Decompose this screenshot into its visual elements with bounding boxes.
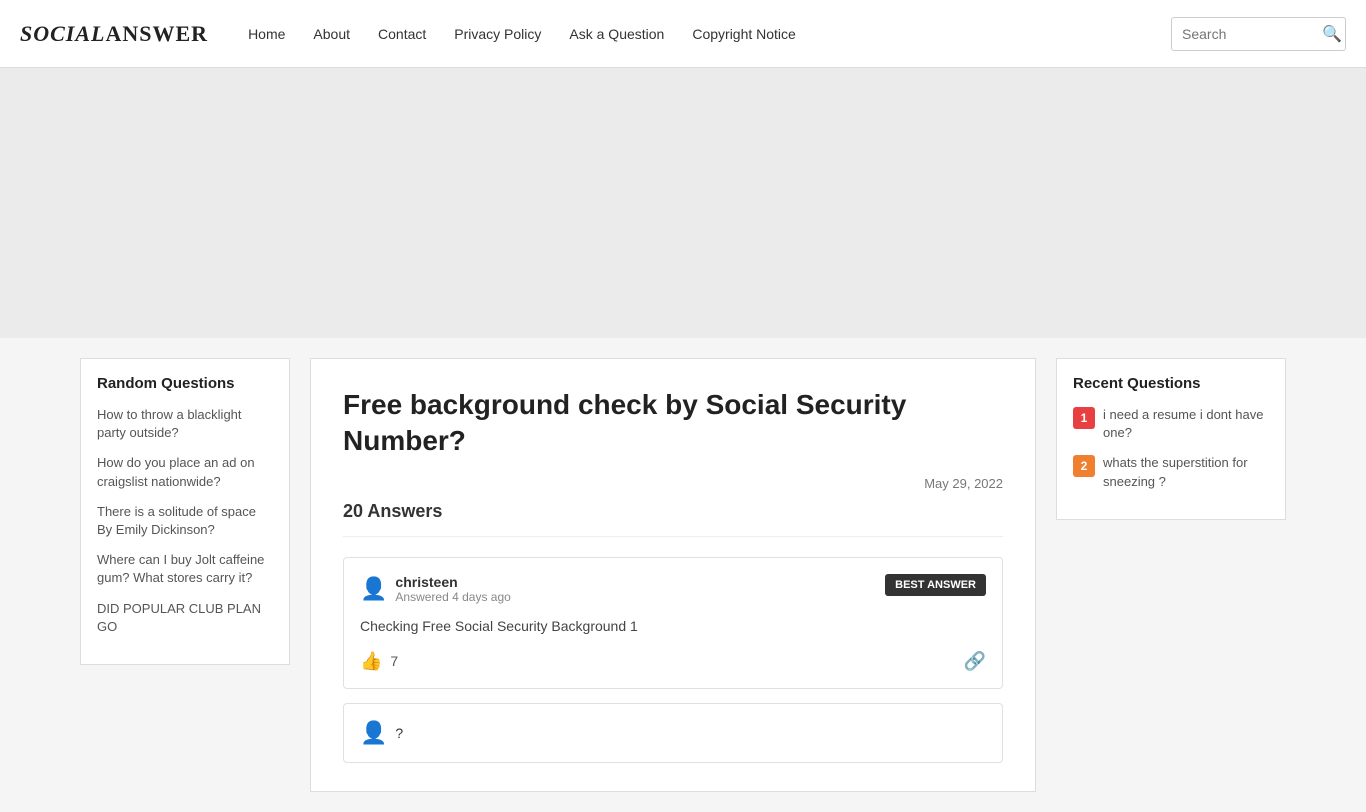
right-sidebar: Recent Questions 1 i need a resume i don… bbox=[1056, 358, 1286, 792]
sidebar-link-3[interactable]: There is a solitude of space By Emily Di… bbox=[97, 503, 273, 539]
sidebar-link-2[interactable]: How do you place an ad on craigslist nat… bbox=[97, 454, 273, 490]
search-icon: 🔍 bbox=[1322, 26, 1342, 43]
user-avatar-icon: 👤 bbox=[360, 576, 387, 602]
sidebar-link-5[interactable]: DID POPULAR CLUB PLAN GO bbox=[97, 600, 273, 636]
answer-footer: 👍 7 🔗 bbox=[360, 651, 986, 672]
like-count: 7 bbox=[390, 653, 398, 669]
sidebar-title: Random Questions bbox=[97, 375, 273, 392]
recent-link-2[interactable]: whats the superstition for sneezing ? bbox=[1103, 454, 1269, 490]
answer-body: Checking Free Social Security Background… bbox=[360, 616, 986, 637]
answers-count: 20 Answers bbox=[343, 501, 1003, 537]
logo-social: Social bbox=[20, 21, 105, 46]
sidebar: Random Questions How to throw a blacklig… bbox=[80, 358, 290, 665]
question-date: May 29, 2022 bbox=[343, 476, 1003, 491]
answer-header: 👤 christeen Answered 4 days ago BEST ANS… bbox=[360, 574, 986, 604]
site-logo[interactable]: SocialAnswer bbox=[20, 21, 208, 47]
logo-answer: Answer bbox=[105, 21, 208, 46]
answer-user: 👤 christeen Answered 4 days ago bbox=[360, 574, 511, 604]
best-answer-badge: BEST ANSWER bbox=[885, 574, 986, 596]
user-avatar-icon-2: 👤 bbox=[360, 720, 387, 746]
nav-contact[interactable]: Contact bbox=[378, 26, 426, 42]
recent-questions-title: Recent Questions bbox=[1073, 375, 1269, 392]
answer-card-best: 👤 christeen Answered 4 days ago BEST ANS… bbox=[343, 557, 1003, 689]
main-layout: Random Questions How to throw a blacklig… bbox=[0, 338, 1366, 812]
search-container: 🔍 bbox=[1171, 17, 1346, 51]
header: SocialAnswer Home About Contact Privacy … bbox=[0, 0, 1366, 68]
recent-number-1: 1 bbox=[1073, 407, 1095, 429]
question-title: Free background check by Social Security… bbox=[343, 387, 1003, 460]
search-button[interactable]: 🔍 bbox=[1322, 24, 1342, 44]
recent-item-2: 2 whats the superstition for sneezing ? bbox=[1073, 454, 1269, 490]
recent-number-2: 2 bbox=[1073, 455, 1095, 477]
nav-home[interactable]: Home bbox=[248, 26, 285, 42]
recent-link-1[interactable]: i need a resume i dont have one? bbox=[1103, 406, 1269, 442]
thumbs-up-icon[interactable]: 👍 bbox=[360, 651, 382, 672]
banner-ad bbox=[0, 68, 1366, 338]
answer-card-second: 👤 ? bbox=[343, 703, 1003, 763]
nav-privacy-policy[interactable]: Privacy Policy bbox=[454, 26, 541, 42]
search-input[interactable] bbox=[1182, 26, 1322, 42]
recent-item-1: 1 i need a resume i dont have one? bbox=[1073, 406, 1269, 442]
answer-username: christeen bbox=[395, 574, 510, 590]
nav-about[interactable]: About bbox=[313, 26, 350, 42]
content-area: Free background check by Social Security… bbox=[310, 358, 1036, 792]
nav-copyright-notice[interactable]: Copyright Notice bbox=[692, 26, 796, 42]
main-nav: Home About Contact Privacy Policy Ask a … bbox=[248, 26, 1171, 42]
partial-user: 👤 ? bbox=[360, 720, 986, 746]
sidebar-link-1[interactable]: How to throw a blacklight party outside? bbox=[97, 406, 273, 442]
answer-meta: christeen Answered 4 days ago bbox=[395, 574, 510, 604]
second-answer-username: ? bbox=[395, 725, 403, 741]
sidebar-link-4[interactable]: Where can I buy Jolt caffeine gum? What … bbox=[97, 551, 273, 587]
link-share-icon[interactable]: 🔗 bbox=[964, 651, 986, 672]
nav-ask-question[interactable]: Ask a Question bbox=[569, 26, 664, 42]
answer-time: Answered 4 days ago bbox=[395, 590, 510, 604]
recent-questions-box: Recent Questions 1 i need a resume i don… bbox=[1056, 358, 1286, 520]
like-section: 👍 7 bbox=[360, 651, 398, 672]
